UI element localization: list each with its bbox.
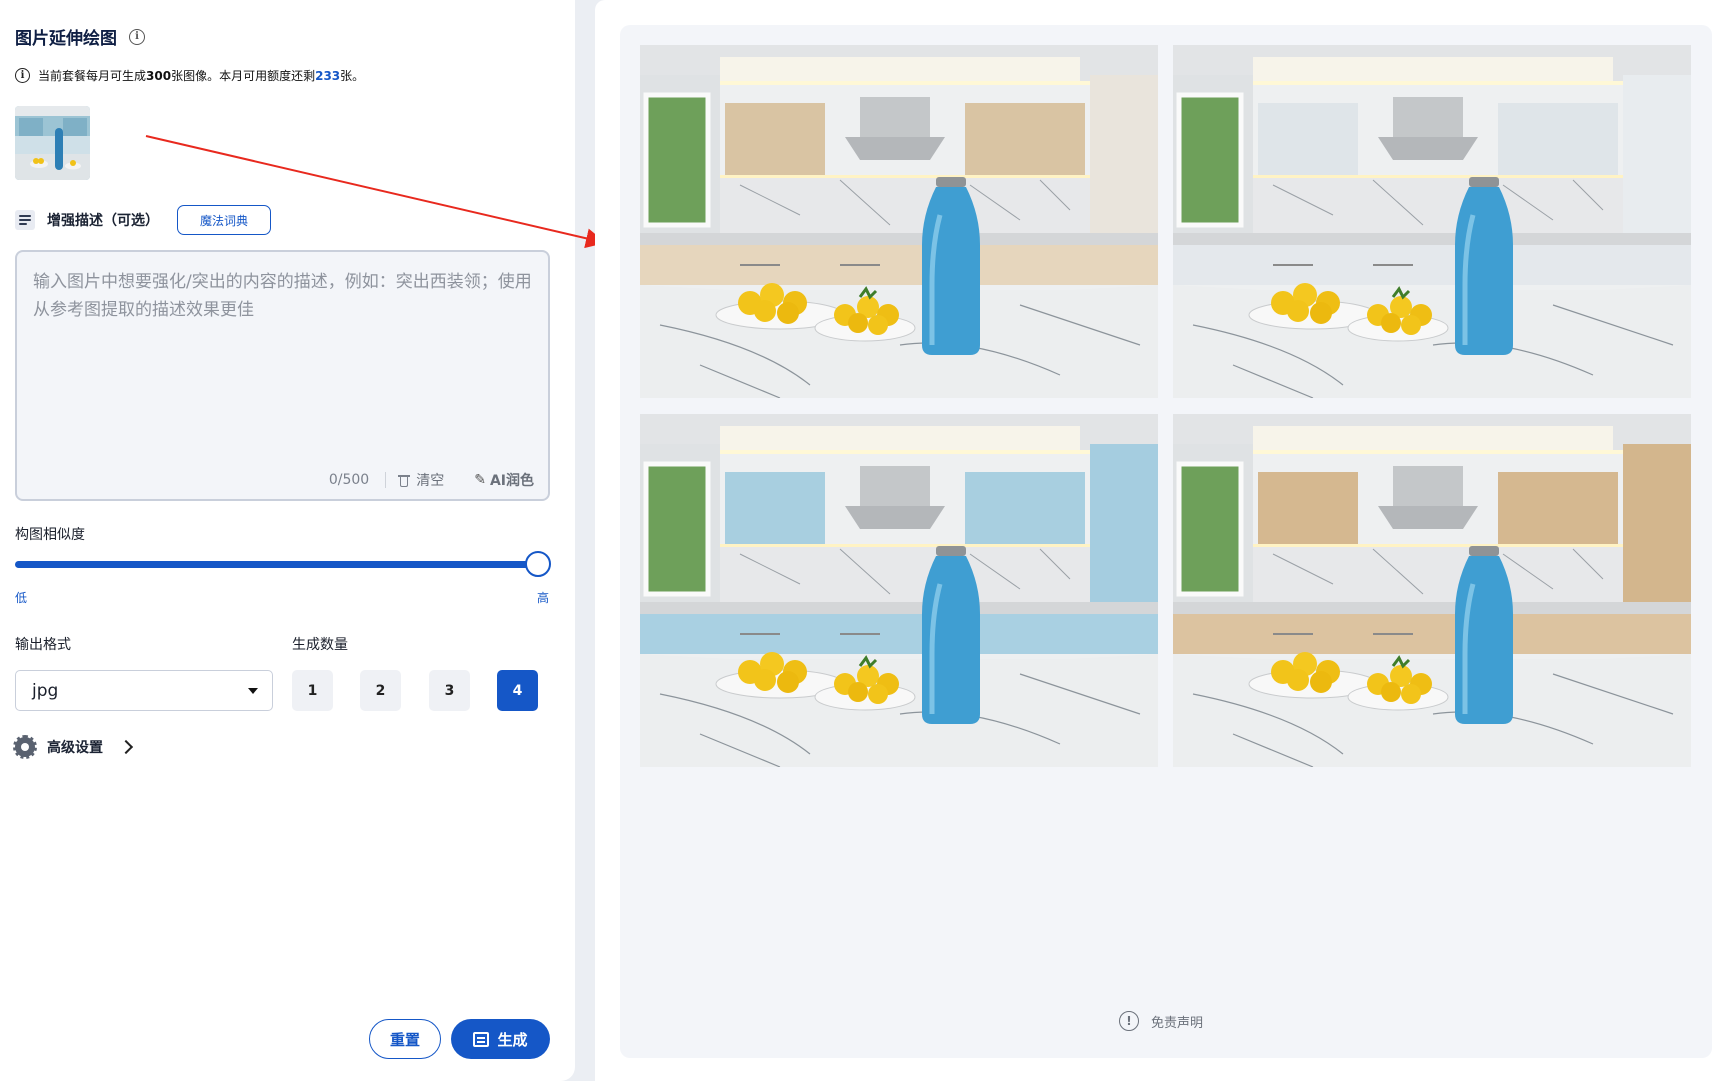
- disclaimer-link[interactable]: ! 免责声明: [1119, 1011, 1203, 1031]
- info-icon: i: [15, 68, 30, 83]
- count-option-1[interactable]: 1: [292, 670, 333, 711]
- output-format-value: jpg: [32, 680, 59, 701]
- ai-polish-button[interactable]: ✎ AI润色: [474, 470, 534, 490]
- settings-panel: 图片延伸绘图 i i 当前套餐每月可生成 300 张图像。本月可用额度还剩 233 张。…: [0, 0, 575, 1081]
- advanced-settings-label: 高级设置: [47, 740, 103, 756]
- similarity-slider-track[interactable]: [15, 561, 537, 568]
- result-image[interactable]: [640, 414, 1158, 767]
- quota-remaining: 233: [315, 68, 341, 83]
- generate-label: 生成: [497, 1030, 528, 1049]
- count-option-2[interactable]: 2: [360, 670, 401, 711]
- slider-low-label: 低: [15, 591, 28, 605]
- count-option-4[interactable]: 4: [497, 670, 538, 711]
- result-image[interactable]: [1173, 45, 1691, 398]
- quota-notice: i 当前套餐每月可生成 300 张图像。本月可用额度还剩 233 张。: [15, 67, 364, 84]
- magic-dictionary-button[interactable]: 魔法词典: [177, 205, 272, 235]
- document-icon: [15, 210, 35, 230]
- quota-middle: 张图像。本月可用额度还剩: [171, 69, 316, 83]
- result-image[interactable]: [640, 45, 1158, 398]
- caret-down-icon: [248, 687, 258, 694]
- pen-icon: ✎: [474, 472, 486, 488]
- enhance-description-box: 0/500 清空 ✎ AI润色: [15, 250, 550, 501]
- gear-icon: [13, 735, 37, 759]
- output-format-select[interactable]: jpg: [15, 670, 273, 711]
- clear-label: 清空: [416, 473, 445, 489]
- enhance-header: 增强描述（可选） 魔法词典: [15, 205, 272, 235]
- generate-icon: [473, 1031, 490, 1047]
- advanced-settings-toggle[interactable]: 高级设置: [13, 735, 134, 759]
- quota-total: 300: [146, 68, 172, 83]
- ai-polish-label: AI润色: [489, 473, 534, 489]
- count-option-3[interactable]: 3: [429, 670, 470, 711]
- quota-suffix: 张。: [340, 69, 365, 83]
- title-row: 图片延伸绘图 i: [15, 24, 145, 49]
- reset-button[interactable]: 重置: [369, 1019, 441, 1059]
- textarea-footer: 0/500 清空 ✎ AI润色: [329, 470, 534, 490]
- quota-prefix: 当前套餐每月可生成: [38, 69, 147, 83]
- page-title: 图片延伸绘图: [15, 29, 117, 49]
- result-image[interactable]: [1173, 414, 1691, 767]
- slider-high-label: 高: [537, 591, 550, 605]
- source-image-thumbnail[interactable]: [15, 106, 90, 180]
- enhance-description-input[interactable]: [17, 252, 548, 442]
- trash-icon: [398, 473, 411, 487]
- disclaimer-label: 免责声明: [1151, 1015, 1204, 1031]
- similarity-label: 构图相似度: [15, 527, 85, 543]
- char-counter: 0/500: [328, 472, 370, 488]
- generate-button[interactable]: 生成: [451, 1019, 550, 1059]
- chevron-right-icon: [118, 739, 134, 755]
- clear-button[interactable]: 清空: [398, 470, 444, 490]
- info-icon[interactable]: i: [129, 28, 145, 45]
- divider: [385, 472, 387, 488]
- output-format-label: 输出格式: [15, 637, 71, 653]
- exclamation-icon: !: [1119, 1011, 1139, 1031]
- enhance-label: 增强描述（可选）: [47, 213, 159, 229]
- generate-count-label: 生成数量: [292, 637, 348, 653]
- similarity-slider-handle[interactable]: [525, 551, 551, 577]
